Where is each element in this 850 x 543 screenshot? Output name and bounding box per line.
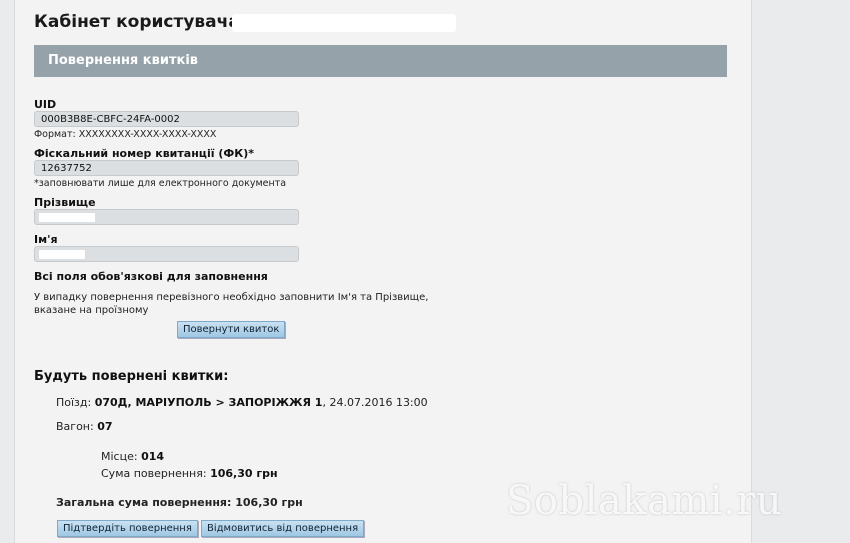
sum-label: Сума повернення: xyxy=(101,467,207,480)
fiscal-input[interactable]: 12637752 xyxy=(34,160,299,176)
uid-input[interactable]: 000B3B8E-CBFC-24FA-0002 xyxy=(34,111,299,127)
name-label: Ім'я xyxy=(34,233,58,246)
total-row: Загальна сума повернення: 106,30 грн xyxy=(56,496,303,509)
uid-format-hint: Формат: XXXXXXXX-XXXX-XXXX-XXXX xyxy=(34,129,217,140)
total-label: Загальна сума повернення: xyxy=(56,496,232,509)
total-value: 106,30 грн xyxy=(235,496,303,509)
wagon-row: Вагон: 07 xyxy=(56,420,113,433)
seat-label: Місце: xyxy=(101,450,138,463)
sum-row: Сума повернення: 106,30 грн xyxy=(101,467,278,480)
confirm-return-button[interactable]: Підтвердіть повернення xyxy=(57,520,198,537)
returns-title: Будуть повернені квитки: xyxy=(34,369,229,384)
seat-value: 014 xyxy=(141,450,165,463)
redacted-username xyxy=(232,14,456,32)
redacted-name xyxy=(39,250,85,259)
section-title: Повернення квитків xyxy=(48,53,198,68)
sum-value: 106,30 грн xyxy=(210,467,278,480)
decline-return-button[interactable]: Відмовитись від повернення xyxy=(201,520,365,537)
fiscal-hint: *заповнювати лише для електронного докум… xyxy=(34,178,287,189)
redacted-surname xyxy=(39,213,95,222)
train-datetime: , 24.07.2016 13:00 xyxy=(322,396,428,409)
name-input[interactable] xyxy=(34,246,299,262)
fiscal-label: Фіскальний номер квитанції (ФК)* xyxy=(34,147,255,160)
required-note: Всі поля обов'язкові для заповнення xyxy=(34,270,268,283)
return-ticket-button[interactable]: Повернути квиток xyxy=(177,321,286,338)
fiscal-value: 12637752 xyxy=(41,163,92,174)
seat-row: Місце: 014 xyxy=(101,450,164,463)
surname-input[interactable] xyxy=(34,209,299,225)
uid-label: UID xyxy=(34,98,57,111)
section-header: Повернення квитків xyxy=(34,45,727,77)
train-label: Поїзд: xyxy=(56,396,92,409)
info-text: У випадку повернення перевізного необхід… xyxy=(34,292,429,316)
train-row: Поїзд: 070Д, МАРІУПОЛЬ > ЗАПОРІЖЖЯ 1, 24… xyxy=(56,396,428,409)
page-title: Кабінет користувача xyxy=(34,12,240,32)
wagon-label: Вагон: xyxy=(56,420,94,433)
uid-value: 000B3B8E-CBFC-24FA-0002 xyxy=(41,114,180,125)
watermark: Soblakami.ru xyxy=(506,478,783,524)
wagon-value: 07 xyxy=(97,420,113,433)
surname-label: Прізвище xyxy=(34,196,96,209)
train-route: 070Д, МАРІУПОЛЬ > ЗАПОРІЖЖЯ 1 xyxy=(94,396,323,409)
